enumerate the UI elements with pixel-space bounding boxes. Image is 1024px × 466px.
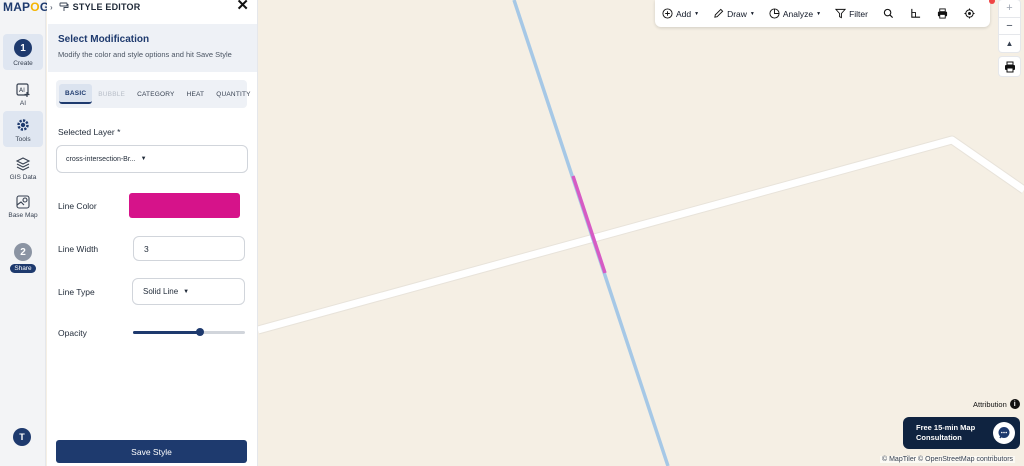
selected-layer-select[interactable]: cross-intersection-Br... ▼ [56,145,248,173]
style-tabs: BASIC BUBBLE CATEGORY HEAT QUANTITY [56,80,251,108]
filter-icon [835,8,847,19]
map-credits[interactable]: © MapTiler © OpenStreetMap contributors [880,456,1016,463]
layers-icon [15,157,31,171]
pie-chart-icon [769,8,780,19]
svg-text:AI: AI [19,87,25,94]
locate-button[interactable] [956,0,983,27]
chat-button[interactable] [993,422,1015,444]
caret-down-icon: ▼ [749,10,755,17]
line-type-select[interactable]: Solid Line ▼ [132,278,245,305]
analyze-menu-button[interactable]: Analyze ▼ [762,0,828,27]
ai-icon: AI [16,83,30,97]
rail-item-ai[interactable]: AI AI [3,80,43,110]
tab-quantity[interactable]: QUANTITY [210,84,256,104]
paint-roller-icon [59,2,69,11]
compass-button[interactable]: ▲ [999,35,1020,52]
rail-step-share[interactable]: 2 Share [3,243,43,275]
zoom-out-button[interactable]: − [999,16,1020,36]
rail-item-base-map-label: Base Map [8,212,38,219]
chevron-down-icon: ▼ [183,288,190,295]
user-avatar[interactable]: T [13,428,31,446]
print-icon [937,8,948,19]
caret-down-icon: ▼ [694,10,700,17]
line-color-swatch[interactable] [129,193,240,218]
opacity-slider-fill [133,331,201,334]
measure-icon [911,8,921,18]
tab-category[interactable]: CATEGORY [131,84,180,104]
zoom-controls: + − ▲ [999,0,1020,52]
tab-bubble: BUBBLE [98,90,126,98]
line-width-value: 3 [144,243,149,254]
print-icon [1004,61,1015,72]
add-menu-button[interactable]: Add ▼ [655,0,706,27]
rail-item-base-map[interactable]: Base Map [3,194,43,224]
rail-step-share-label: Share [10,264,36,273]
consultation-banner[interactable]: Free 15-min Map Consultation [903,417,1020,449]
search-icon [883,8,894,19]
logo-text-accent: O [30,0,40,14]
left-rail: MAPOG 1 Create AI AI Tools GIS Data Base… [0,0,49,466]
tab-basic[interactable]: BASIC [59,84,93,104]
draw-menu-button[interactable]: Draw ▼ [706,0,762,27]
filter-button[interactable]: Filter [828,0,875,27]
chat-icon [998,427,1010,439]
attribution-toggle[interactable]: Attribution i [973,399,1020,409]
print-button[interactable] [929,0,956,27]
line-type-label: Line Type [58,287,95,297]
section-title: Select Modification [58,34,150,45]
pencil-icon [714,8,724,18]
selected-layer-label: Selected Layer * [58,127,121,137]
map-toolbar: Add ▼ Draw ▼ Analyze ▼ Filter [655,0,990,27]
line-width-input[interactable]: 3 [133,236,245,261]
opacity-slider-thumb[interactable] [196,328,205,336]
rail-item-gis-data-label: GIS Data [9,174,37,181]
panel-title: STYLE EDITOR [72,2,141,12]
step-1-badge: 1 [14,39,32,57]
filter-label: Filter [849,8,868,19]
close-icon[interactable]: ✕ [236,0,249,13]
analyze-label: Analyze [782,8,814,19]
attribution-label: Attribution [973,399,1007,409]
rail-step-create[interactable]: 1 Create [3,34,43,70]
selected-layer-value: cross-intersection-Br... [66,155,136,163]
line-width-label: Line Width [58,244,99,254]
line-type-value: Solid Line [143,287,179,296]
add-label: Add [676,8,692,19]
locate-icon [964,8,975,19]
map-print-button[interactable] [999,57,1020,76]
rail-item-gis-data[interactable]: GIS Data [3,156,43,186]
gear-icon [17,119,29,131]
basemap-icon [16,195,30,209]
plus-circle-icon [662,8,673,19]
rail-item-tools-label: Tools [15,136,31,143]
measure-button[interactable] [902,0,929,27]
tab-heat[interactable]: HEAT [181,84,211,104]
style-editor-panel: › STYLE EDITOR ✕ Select Modification Mod… [47,0,258,466]
zoom-in-button[interactable]: + [999,0,1020,17]
rail-item-ai-label: AI [19,100,27,107]
step-2-badge: 2 [14,243,32,261]
collapse-chevron-icon[interactable]: › [50,3,53,12]
search-button[interactable] [875,0,902,27]
logo-text-prefix: MAP [3,0,31,14]
info-icon: i [1009,399,1020,409]
rail-item-tools[interactable]: Tools [3,111,43,147]
mapog-logo[interactable]: MAPOG [3,0,49,14]
section-subtitle: Modify the color and style options and h… [58,50,232,59]
draw-label: Draw [727,8,747,19]
line-color-label: Line Color [58,201,97,211]
save-style-button[interactable]: Save Style [56,440,247,463]
rail-step-create-label: Create [13,60,33,67]
panel-header: › STYLE EDITOR ✕ [47,0,258,14]
opacity-label: Opacity [58,328,87,338]
opacity-slider[interactable] [133,328,245,336]
caret-down-icon: ▼ [816,10,822,17]
chevron-down-icon: ▼ [140,156,147,162]
section-header-bg [48,24,257,72]
